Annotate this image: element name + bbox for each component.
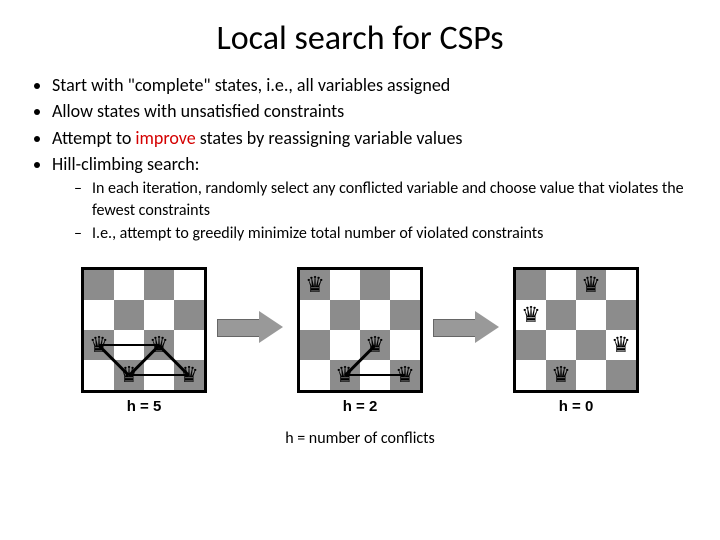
- square: [174, 330, 204, 360]
- conflict-line: [129, 374, 189, 377]
- queen-icon: ♛: [606, 330, 636, 360]
- square: [606, 270, 636, 300]
- conflict-line: [345, 374, 405, 377]
- board-2: ♛♛♛♛: [297, 267, 423, 393]
- square: [516, 360, 546, 390]
- square: [174, 270, 204, 300]
- square: [546, 300, 576, 330]
- bullet-list: Start with "complete" states, i.e., all …: [26, 73, 700, 245]
- queen-icon: ♛: [516, 300, 546, 330]
- bullet-3-pre: Attempt to: [52, 127, 135, 149]
- board-1-label: h = 5: [81, 398, 207, 415]
- square: [114, 270, 144, 300]
- square: [576, 360, 606, 390]
- bullet-1: Start with "complete" states, i.e., all …: [52, 73, 700, 97]
- square: [330, 330, 360, 360]
- queen-icon: ♛: [576, 270, 606, 300]
- square: [606, 300, 636, 330]
- square: [300, 300, 330, 330]
- slide-title: Local search for CSPs: [20, 18, 700, 59]
- bullet-3-post: states by reassigning variable values: [196, 127, 463, 149]
- square: [516, 270, 546, 300]
- boards-row: ♛♛♛♛ h = 5 ♛♛♛♛ h = 2 ♛♛♛♛ h = 0: [20, 267, 700, 415]
- square: [576, 330, 606, 360]
- square: [84, 360, 114, 390]
- board-3-wrap: ♛♛♛♛ h = 0: [513, 267, 639, 415]
- arrow-icon: [217, 305, 287, 349]
- square: [546, 330, 576, 360]
- square: [114, 300, 144, 330]
- sub-list: In each iteration, randomly select any c…: [74, 178, 700, 245]
- bullet-3: Attempt to improve states by reassigning…: [52, 126, 700, 150]
- square: [390, 270, 420, 300]
- board-1: ♛♛♛♛: [81, 267, 207, 393]
- queen-icon: ♛: [300, 270, 330, 300]
- square: [576, 300, 606, 330]
- sub-2: I.e., attempt to greedily minimize total…: [74, 223, 700, 245]
- square: [546, 270, 576, 300]
- board-1-wrap: ♛♛♛♛ h = 5: [81, 267, 207, 415]
- square: [174, 300, 204, 330]
- arrow-icon: [433, 305, 503, 349]
- board-2-wrap: ♛♛♛♛ h = 2: [297, 267, 423, 415]
- caption: h = number of conflicts: [20, 429, 700, 448]
- square: [300, 360, 330, 390]
- square: [360, 300, 390, 330]
- square: [360, 270, 390, 300]
- conflict-line: [99, 344, 159, 347]
- bullet-4: Hill-climbing search: In each iteration,…: [52, 152, 700, 245]
- square: [300, 330, 330, 360]
- square: [84, 300, 114, 330]
- bullet-2: Allow states with unsatisfied constraint…: [52, 99, 700, 123]
- board-3: ♛♛♛♛: [513, 267, 639, 393]
- queen-icon: ♛: [546, 360, 576, 390]
- square: [330, 270, 360, 300]
- square: [390, 300, 420, 330]
- square: [144, 270, 174, 300]
- board-2-label: h = 2: [297, 398, 423, 415]
- square: [330, 300, 360, 330]
- square: [516, 330, 546, 360]
- square: [606, 360, 636, 390]
- sub-1: In each iteration, randomly select any c…: [74, 178, 700, 221]
- square: [144, 300, 174, 330]
- improve-word: improve: [135, 127, 195, 149]
- square: [84, 270, 114, 300]
- square: [390, 330, 420, 360]
- bullet-4-text: Hill-climbing search:: [52, 153, 199, 175]
- board-3-label: h = 0: [513, 398, 639, 415]
